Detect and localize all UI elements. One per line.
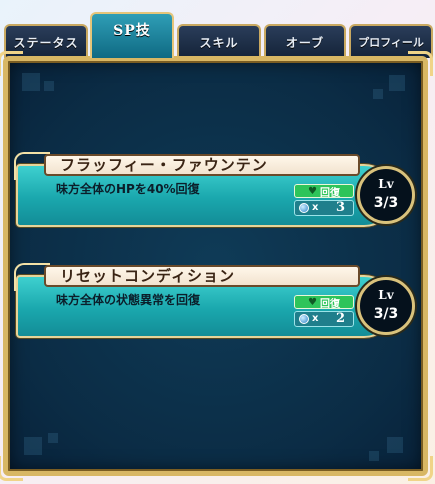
level-badge: Lv 3/3 — [357, 166, 415, 224]
tab-skill-label: スキル — [199, 35, 239, 50]
decor-square — [369, 451, 379, 461]
decor-square — [44, 81, 54, 91]
level-label: Lv — [378, 177, 394, 191]
skill-count: 2 — [335, 311, 345, 326]
decor-square — [389, 75, 405, 91]
skill-count-badge: x 3 — [294, 200, 354, 216]
skill-card[interactable]: フラッフィー・ファウンテン 味方全体のHPを40%回復 ♥ 回復 x 3 — [14, 152, 394, 227]
level-value: 3/3 — [373, 306, 399, 322]
skill-type-badge: ♥ 回復 — [294, 295, 354, 310]
level-badge: Lv 3/3 — [357, 277, 415, 335]
frame-corner-ornament — [408, 51, 433, 76]
decor-square — [24, 437, 42, 455]
decor-square — [387, 437, 403, 453]
skill-name: フラッフィー・ファウンテン — [44, 154, 360, 176]
count-prefix: x — [312, 313, 319, 324]
tab-sp-skill[interactable]: SP技 — [90, 12, 174, 58]
tab-skill[interactable]: スキル — [177, 24, 261, 58]
level-value: 3/3 — [373, 195, 399, 211]
skill-card[interactable]: リセットコンディション 味方全体の状態異常を回復 ♥ 回復 x 2 — [14, 263, 394, 338]
decor-square — [373, 89, 383, 99]
tab-profile-label: プロフィール — [358, 36, 424, 49]
frame-corner-ornament — [0, 51, 23, 76]
skill-type-label: 回復 — [319, 187, 340, 199]
tab-sp-skill-label: SP技 — [113, 23, 151, 39]
frame-corner-ornament — [408, 456, 433, 481]
level-label: Lv — [378, 288, 394, 302]
skill-name: リセットコンディション — [44, 265, 360, 287]
skill-type-badge: ♥ 回復 — [294, 184, 354, 199]
heart-icon: ♥ — [308, 185, 317, 197]
tab-status-label: ステータス — [13, 35, 79, 50]
sp-gem-icon — [299, 203, 309, 213]
sp-gem-icon — [299, 314, 309, 324]
skill-description: 味方全体のHPを40%回復 — [56, 182, 200, 196]
frame-corner-ornament — [0, 456, 23, 481]
skill-description: 味方全体の状態異常を回復 — [56, 293, 201, 307]
tab-orb-label: オーブ — [285, 35, 325, 50]
tab-orb[interactable]: オーブ — [264, 24, 346, 58]
skill-type-label: 回復 — [319, 298, 340, 310]
skill-count: 3 — [335, 200, 345, 215]
skill-count-badge: x 2 — [294, 311, 354, 327]
decor-square — [48, 433, 58, 443]
heart-icon: ♥ — [308, 296, 317, 308]
count-prefix: x — [312, 202, 319, 213]
decor-square — [22, 73, 40, 91]
